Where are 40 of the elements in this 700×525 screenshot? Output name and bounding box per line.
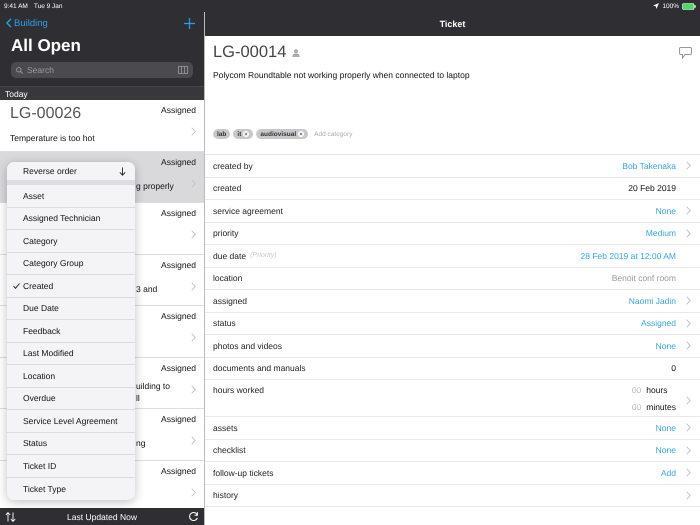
field-label: assets [213,422,238,433]
ticket-summary: Polycom Roundtable not working properly when connected to laptop [213,70,471,80]
field-label: status [213,318,236,328]
ticket-status: Assigned [161,311,196,323]
ticket-summary: uilding to ll [136,380,170,404]
field-label: documents and manuals [213,363,306,374]
ticket-status: Assigned [161,362,196,375]
field-label: hours worked [213,385,264,395]
ticket-status: Assigned [161,466,196,478]
field-value: 20 Feb 2019 [628,183,676,194]
last-updated-text: Last Updated Now [66,512,138,522]
field-label: photos and videos [213,340,282,351]
ticket-id: LG-00014 [213,43,286,62]
ticket-id: LG-00026 [10,105,82,124]
ticket-status: Assigned [161,260,196,272]
nav-title: Ticket [205,12,700,36]
field-label: due date [213,250,246,261]
section-header: Today [0,86,204,100]
field-label: priority [213,228,239,238]
duration-unit: hours [646,385,668,395]
field-label: history [213,490,238,500]
field-label: follow-up tickets [213,468,274,478]
field-label: location [213,273,242,284]
field-value: Benoit conf room [612,273,676,284]
field-label: checklist [213,445,246,456]
list-title: All Open [10,35,82,57]
ticket-status: Assigned [161,105,196,117]
ticket-status: Assigned [161,414,196,426]
ticket-summary: ng [136,437,146,450]
ticket-summary: Temperature is too hot [10,132,95,144]
field-label: service agreement [213,206,283,216]
field-label: created by [213,160,253,171]
ticket-status: Assigned [161,208,196,220]
field-label: created [213,183,242,194]
field-label: assigned [213,296,248,306]
ticket-status: Assigned [161,156,196,169]
field-value: 0 [671,363,676,374]
ticket-summary: g properly [136,180,174,192]
ticket-summary: 3 and [136,282,158,295]
duration-unit: minutes [646,402,676,412]
